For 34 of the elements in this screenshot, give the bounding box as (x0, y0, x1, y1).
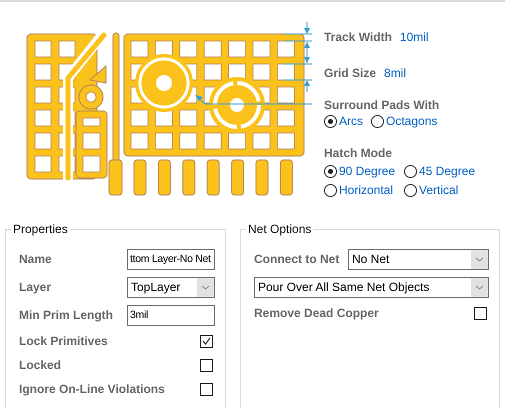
dimension-label: Grid Size (324, 66, 376, 82)
radio-option[interactable]: Horizontal (324, 183, 404, 197)
checkbox[interactable] (474, 306, 487, 320)
checkbox-label: Remove Dead Copper (254, 306, 379, 320)
field-label: Layer (19, 280, 52, 294)
input-field[interactable]: ttom Layer-No Net (127, 248, 215, 270)
dimension-value: 8mil (384, 66, 406, 82)
field-label: Connect to Net (254, 252, 340, 266)
dropdown[interactable]: Pour Over All Same Net Objects (254, 276, 489, 298)
chevron-icon (471, 250, 488, 268)
chevron-icon (197, 278, 214, 296)
checkbox[interactable] (200, 358, 213, 372)
dimension-label: Track Width (324, 30, 392, 46)
dropdown[interactable]: No Net (348, 248, 489, 270)
dimension-value: 10mil (400, 30, 429, 46)
input-field[interactable]: 3mil (127, 304, 215, 326)
radio-option[interactable]: Vertical (404, 183, 484, 197)
radio-option[interactable]: 45 Degree (404, 164, 484, 178)
group-title: Net Options (246, 222, 314, 236)
radio-option[interactable]: Arcs (324, 114, 363, 128)
radio-option[interactable]: Octagons (371, 114, 438, 128)
checkbox-label: Lock Primitives (19, 334, 108, 348)
dropdown[interactable]: TopLayer (127, 276, 215, 298)
radio-option[interactable]: 90 Degree (324, 164, 404, 178)
checkbox-label: Ignore On-Line Violations (19, 382, 165, 396)
field-label: Min Prim Length (19, 308, 113, 322)
checkbox-label: Locked (19, 358, 62, 372)
group-title: Properties (11, 222, 70, 236)
field-label: Name (19, 252, 52, 266)
group-label: Hatch Mode (324, 146, 394, 160)
chevron-icon (471, 278, 488, 296)
checkbox[interactable] (200, 382, 213, 396)
checkbox[interactable] (200, 334, 213, 348)
group-label: Surround Pads With (324, 98, 440, 112)
